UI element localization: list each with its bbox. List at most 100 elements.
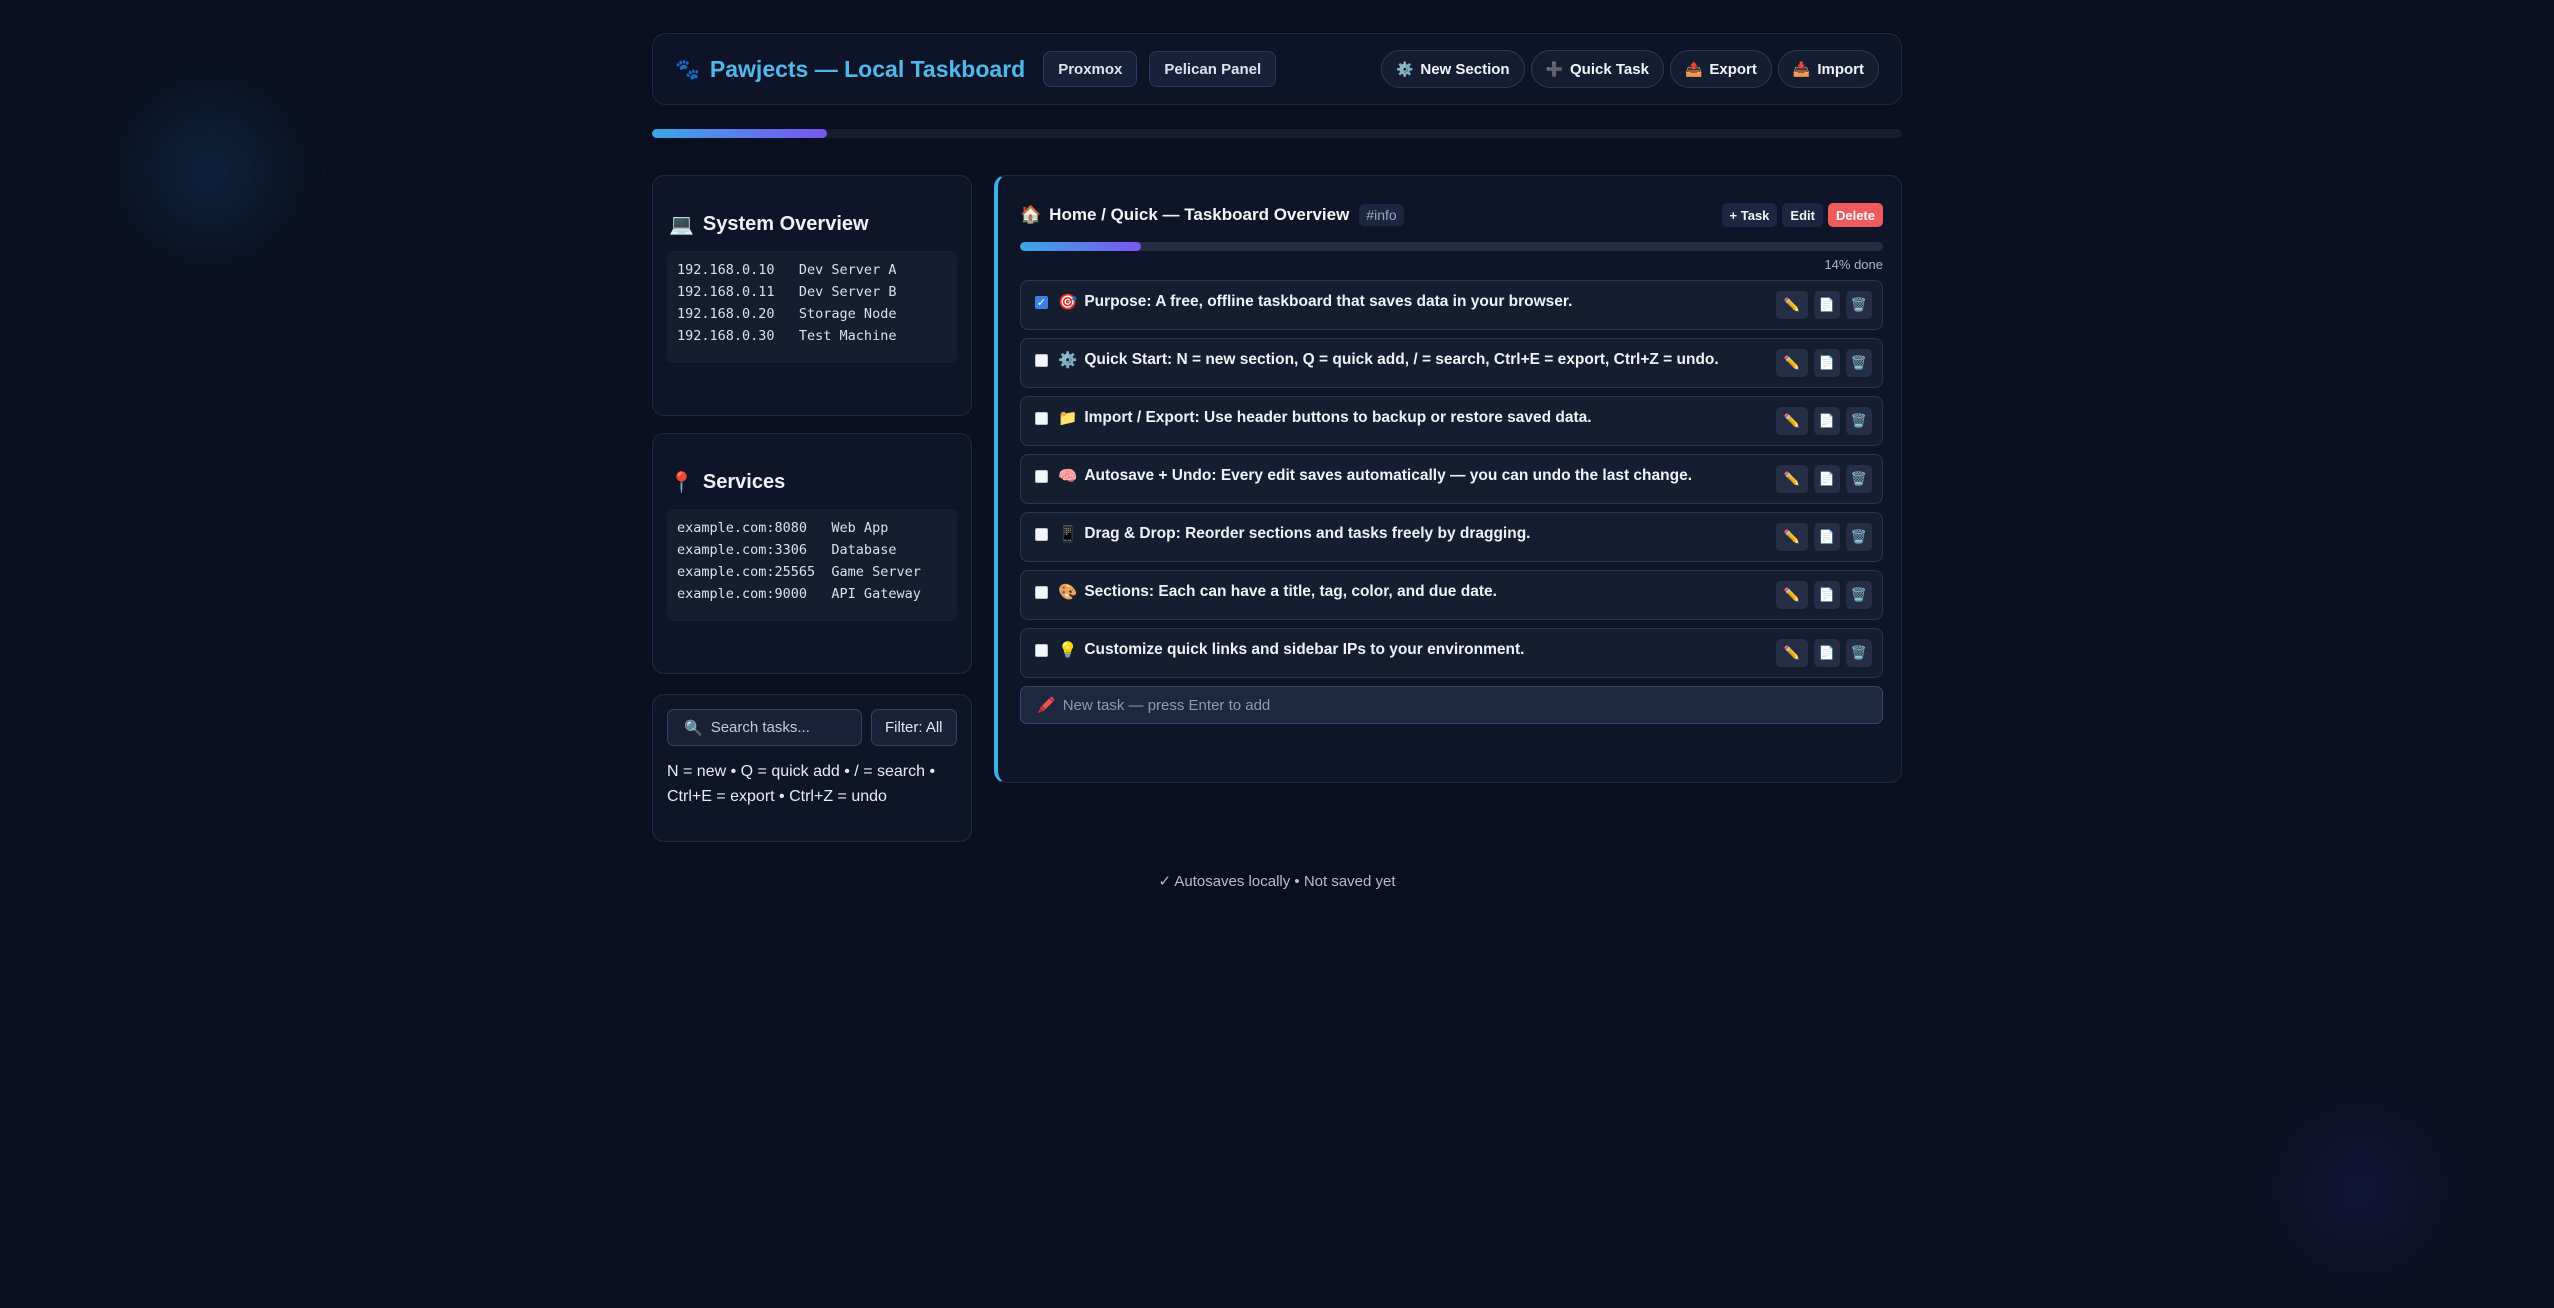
delete-section-button[interactable]: Delete bbox=[1827, 203, 1883, 227]
edit-task-button[interactable]: ✏️ bbox=[1776, 639, 1808, 667]
pin-icon: 📍 bbox=[669, 472, 694, 494]
copy-icon: 📄 bbox=[1818, 297, 1836, 312]
search-input[interactable]: 🔍 Search tasks... bbox=[667, 709, 862, 746]
trash-icon: 🗑️ bbox=[1850, 297, 1868, 312]
section-title: 🏠 Home / Quick — Taskboard Overview bbox=[1020, 205, 1349, 225]
task-row[interactable]: 🎨 Sections: Each can have a title, tag, c… bbox=[1020, 570, 1883, 620]
task-icon: 🧠 bbox=[1058, 467, 1078, 485]
quick-task-label: Quick Task bbox=[1570, 60, 1649, 78]
pencil-icon: ✏️ bbox=[1783, 471, 1801, 486]
task-row[interactable]: 🧠 Autosave + Undo: Every edit saves autom… bbox=[1020, 454, 1883, 504]
delete-task-button[interactable]: 🗑️ bbox=[1846, 523, 1872, 551]
section-card: 🏠 Home / Quick — Taskboard Overview #inf… bbox=[994, 175, 1902, 783]
search-icon: 🔍 bbox=[684, 719, 703, 737]
trash-icon: 🗑️ bbox=[1850, 529, 1868, 544]
autosave-status: ✓ Autosaves locally • Not saved yet bbox=[1158, 873, 1396, 890]
task-text: ⚙️ Quick Start: N = new section, Q = quic… bbox=[1058, 351, 1719, 370]
task-text: 📁 Import / Export: Use header buttons to … bbox=[1058, 409, 1592, 428]
section-tag: #info bbox=[1359, 204, 1404, 226]
task-checkbox[interactable] bbox=[1035, 353, 1048, 367]
import-label: Import bbox=[1817, 60, 1864, 78]
system-overview-heading: 💻 System Overview bbox=[669, 212, 957, 237]
duplicate-task-button[interactable]: 📄 bbox=[1814, 581, 1840, 609]
quick-link-proxmox[interactable]: Proxmox bbox=[1043, 51, 1138, 87]
task-text: 🎯 Purpose: A free, offline taskboard that… bbox=[1058, 293, 1572, 312]
edit-task-button[interactable]: ✏️ bbox=[1776, 465, 1808, 493]
duplicate-task-button[interactable]: 📄 bbox=[1814, 523, 1840, 551]
copy-icon: 📄 bbox=[1818, 529, 1836, 544]
task-label: Autosave + Undo: Every edit saves automa… bbox=[1084, 467, 1692, 484]
add-task-button[interactable]: + Task bbox=[1721, 203, 1778, 227]
trash-icon: 🗑️ bbox=[1850, 355, 1868, 370]
delete-task-button[interactable]: 🗑️ bbox=[1846, 291, 1872, 319]
duplicate-task-button[interactable]: 📄 bbox=[1814, 349, 1840, 377]
delete-task-button[interactable]: 🗑️ bbox=[1846, 465, 1872, 493]
new-section-label: New Section bbox=[1420, 60, 1510, 78]
task-label: Purpose: A free, offline taskboard that … bbox=[1084, 293, 1573, 310]
house-icon: 🏠 bbox=[1020, 205, 1042, 224]
export-label: Export bbox=[1709, 60, 1757, 78]
duplicate-task-button[interactable]: 📄 bbox=[1814, 291, 1840, 319]
duplicate-task-button[interactable]: 📄 bbox=[1814, 465, 1840, 493]
task-checkbox[interactable] bbox=[1035, 527, 1048, 541]
trash-icon: 🗑️ bbox=[1850, 413, 1868, 428]
duplicate-task-button[interactable]: 📄 bbox=[1814, 407, 1840, 435]
export-button[interactable]: 📤 Export bbox=[1669, 50, 1772, 88]
new-section-button[interactable]: ⚙️ New Section bbox=[1380, 50, 1525, 88]
delete-task-button[interactable]: 🗑️ bbox=[1846, 639, 1872, 667]
edit-task-button[interactable]: ✏️ bbox=[1776, 523, 1808, 551]
copy-icon: 📄 bbox=[1818, 587, 1836, 602]
copy-icon: 📄 bbox=[1818, 413, 1836, 428]
export-icon: 📤 bbox=[1684, 60, 1703, 77]
edit-task-button[interactable]: ✏️ bbox=[1776, 291, 1808, 319]
task-checkbox[interactable] bbox=[1035, 469, 1048, 483]
task-label: Customize quick links and sidebar IPs to… bbox=[1084, 641, 1525, 658]
delete-task-button[interactable]: 🗑️ bbox=[1846, 581, 1872, 609]
copy-icon: 📄 bbox=[1818, 645, 1836, 660]
services-card: 📍 Services example.com:8080 Web App exam… bbox=[652, 433, 972, 674]
task-checkbox[interactable] bbox=[1035, 643, 1048, 657]
pencil-icon: ✏️ bbox=[1783, 529, 1801, 544]
task-row[interactable]: 📱 Drag & Drop: Reorder sections and tasks… bbox=[1020, 512, 1883, 562]
task-label: Drag & Drop: Reorder sections and tasks … bbox=[1084, 525, 1531, 542]
task-list: ✓ 🎯 Purpose: A free, offline taskboard tha… bbox=[1020, 280, 1883, 678]
duplicate-task-button[interactable]: 📄 bbox=[1814, 639, 1840, 667]
delete-task-button[interactable]: 🗑️ bbox=[1846, 407, 1872, 435]
task-label: Sections: Each can have a title, tag, co… bbox=[1084, 583, 1497, 600]
pencil-icon: ✏️ bbox=[1783, 413, 1801, 428]
search-card: 🔍 Search tasks... Filter: All N = new • … bbox=[652, 694, 972, 842]
overall-progress-bar bbox=[652, 129, 1902, 138]
task-checkbox[interactable]: ✓ bbox=[1035, 295, 1048, 309]
section-progress-text: 14% done bbox=[1824, 257, 1883, 272]
section-progress-fill bbox=[1020, 242, 1141, 251]
task-icon: 💡 bbox=[1058, 641, 1078, 659]
new-task-placeholder: New task — press Enter to add bbox=[1062, 696, 1271, 714]
new-task-input[interactable]: 🖍️ New task — press Enter to add bbox=[1020, 686, 1883, 724]
task-row[interactable]: ✓ 🎯 Purpose: A free, offline taskboard tha… bbox=[1020, 280, 1883, 330]
edit-task-button[interactable]: ✏️ bbox=[1776, 349, 1808, 377]
delete-task-button[interactable]: 🗑️ bbox=[1846, 349, 1872, 377]
task-checkbox[interactable] bbox=[1035, 585, 1048, 599]
trash-icon: 🗑️ bbox=[1850, 471, 1868, 486]
task-icon: 📱 bbox=[1058, 525, 1078, 543]
edit-task-button[interactable]: ✏️ bbox=[1776, 407, 1808, 435]
crayon-icon: 🖍️ bbox=[1037, 697, 1056, 714]
trash-icon: 🗑️ bbox=[1850, 645, 1868, 660]
edit-task-button[interactable]: ✏️ bbox=[1776, 581, 1808, 609]
task-row[interactable]: 📁 Import / Export: Use header buttons to … bbox=[1020, 396, 1883, 446]
paw-icon: 🐾 bbox=[675, 58, 700, 81]
pencil-icon: ✏️ bbox=[1783, 587, 1801, 602]
filter-select[interactable]: Filter: All bbox=[871, 709, 957, 746]
task-checkbox[interactable] bbox=[1035, 411, 1048, 425]
pencil-icon: ✏️ bbox=[1783, 355, 1801, 370]
edit-section-button[interactable]: Edit bbox=[1782, 203, 1823, 227]
plus-icon: ➕ bbox=[1545, 60, 1563, 77]
import-button[interactable]: 📥 Import bbox=[1777, 50, 1879, 88]
quick-task-button[interactable]: ➕ Quick Task bbox=[1530, 50, 1664, 88]
task-row[interactable]: 💡 Customize quick links and sidebar IPs t… bbox=[1020, 628, 1883, 678]
task-row[interactable]: ⚙️ Quick Start: N = new section, Q = quic… bbox=[1020, 338, 1883, 388]
quick-link-pelican-panel[interactable]: Pelican Panel bbox=[1149, 51, 1277, 87]
laptop-icon: 💻 bbox=[669, 214, 694, 236]
pencil-icon: ✏️ bbox=[1783, 645, 1801, 660]
task-label: Quick Start: N = new section, Q = quick … bbox=[1084, 351, 1719, 368]
